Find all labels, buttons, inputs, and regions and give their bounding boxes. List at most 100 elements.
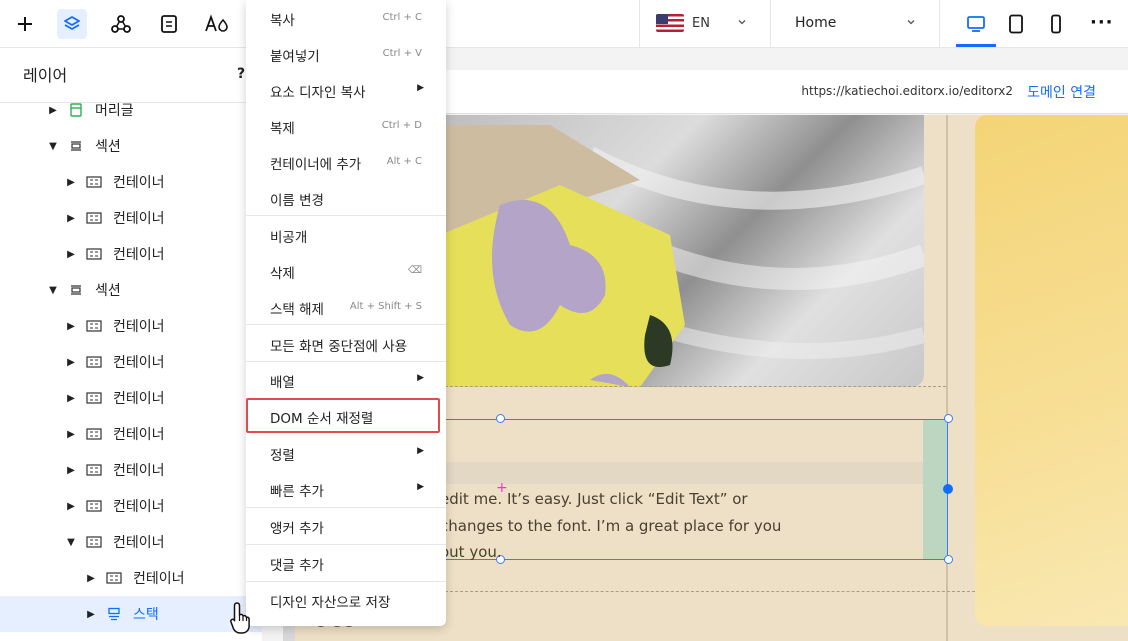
menu-divider (246, 324, 446, 325)
layer-row[interactable]: ▶ 컨테이너 (0, 308, 262, 344)
panel-title: 레이어 (23, 66, 68, 85)
help-icon[interactable]: ? (237, 66, 245, 82)
menu-item-copy-design[interactable]: 요소 디자인 복사 ▶ (246, 72, 446, 108)
expand-arrow-icon[interactable]: ▶ (66, 429, 76, 440)
pages-icon[interactable] (154, 9, 184, 39)
layer-row[interactable]: ▶ 컨테이너 (0, 200, 262, 236)
menu-item-label: 스택 해제 (270, 302, 324, 318)
menu-item-add-comment[interactable]: 댓글 추가 (246, 545, 446, 581)
expand-arrow-icon[interactable]: ▶ (66, 249, 76, 260)
expand-arrow-icon[interactable]: ▶ (66, 465, 76, 476)
layer-row[interactable]: ▶ 컨테이너 (0, 452, 262, 488)
more-options-icon[interactable]: ··· (1090, 12, 1114, 33)
container-icon (85, 427, 103, 441)
toolbar-divider (770, 0, 771, 48)
desktop-icon[interactable] (962, 10, 990, 38)
container-icon (85, 211, 103, 225)
theme-icon[interactable] (202, 9, 232, 39)
tablet-icon[interactable] (1002, 10, 1030, 38)
layer-row[interactable]: ▶ 컨테이너 (0, 416, 262, 452)
add-icon[interactable] (10, 9, 40, 39)
hand-cursor-icon (229, 600, 255, 640)
menu-item-rename[interactable]: 이름 변경 (246, 180, 446, 216)
menu-item-copy[interactable]: 복사 Ctrl + C (246, 0, 446, 36)
menu-item-arrange[interactable]: 배열 ▶ (246, 362, 446, 398)
layer-label: 컨테이너 (113, 319, 165, 335)
layer-row[interactable]: ▶ 컨테이너 (0, 380, 262, 416)
side-image[interactable] (975, 115, 1128, 626)
active-device-indicator (956, 44, 996, 47)
layer-row[interactable]: ▶ 컨테이너 (0, 560, 262, 596)
expand-arrow-icon[interactable]: ▶ (66, 393, 76, 404)
language-selector[interactable]: EN (656, 14, 710, 32)
resize-handle[interactable] (944, 414, 953, 423)
layer-label: 컨테이너 (113, 427, 165, 443)
layer-row[interactable]: ▶ 컨테이너 (0, 344, 262, 380)
container-icon (85, 535, 103, 549)
text-line: changes to the font. I’m a great place f… (440, 516, 782, 535)
expand-arrow-icon[interactable]: ▶ (86, 573, 96, 584)
layer-row-selected[interactable]: ▶ 스택 (0, 596, 262, 632)
menu-item-paste[interactable]: 붙여넣기 Ctrl + V (246, 36, 446, 72)
collapse-arrow-icon[interactable]: ▼ (48, 285, 58, 296)
menu-item-unstack[interactable]: 스택 해제 Alt + Shift + S (246, 289, 446, 325)
layer-label: 컨테이너 (113, 355, 165, 371)
layer-label: 머리글 (95, 103, 134, 119)
layer-label: 섹션 (95, 139, 121, 155)
product-image[interactable] (440, 125, 685, 387)
menu-item-shortcut: Ctrl + V (382, 48, 422, 59)
menu-item-add-to-container[interactable]: 컨테이너에 추가 Alt + C (246, 144, 446, 180)
connect-domain-link[interactable]: 도메인 연결 (1027, 82, 1096, 102)
mobile-icon[interactable] (1042, 10, 1070, 38)
expand-arrow-icon[interactable]: ▶ (66, 213, 76, 224)
expand-arrow-icon[interactable]: ▶ (66, 501, 76, 512)
resize-handle[interactable] (943, 484, 953, 494)
collapse-arrow-icon[interactable]: ▼ (66, 537, 76, 548)
us-flag-icon (656, 14, 684, 32)
text-line: edit me. It’s easy. Just click “Edit Tex… (440, 490, 748, 508)
expand-arrow-icon[interactable]: ▶ (48, 105, 58, 116)
layer-label: 컨테이너 (113, 463, 165, 479)
expand-arrow-icon[interactable]: ▶ (66, 321, 76, 332)
menu-item-apply-all-breakpoints[interactable]: 모든 화면 중단점에 사용 (246, 326, 446, 362)
menu-item-hide[interactable]: 비공개 (246, 217, 446, 253)
submenu-arrow-icon: ▶ (417, 482, 424, 492)
menu-item-save-as-design-asset[interactable]: 디자인 자산으로 저장 (246, 582, 446, 618)
menu-item-delete[interactable]: 삭제 ⌫ (246, 253, 446, 289)
chevron-down-icon[interactable] (737, 16, 747, 31)
layer-label: 컨테이너 (113, 535, 165, 551)
submenu-arrow-icon: ▶ (417, 373, 424, 383)
expand-arrow-icon[interactable]: ▶ (66, 357, 76, 368)
layer-row[interactable]: ▼ 섹션 (0, 128, 262, 164)
container-icon (85, 175, 103, 189)
chevron-down-icon[interactable] (906, 16, 916, 31)
layer-row[interactable]: ▶ 컨테이너 (0, 488, 262, 524)
menu-item-align[interactable]: 정렬 ▶ (246, 435, 446, 471)
layer-row[interactable]: ▶ 컨테이너 (0, 164, 262, 200)
layer-row[interactable]: ▶ 머리글 (0, 92, 262, 128)
layer-row[interactable]: ▼ 컨테이너 (0, 524, 262, 560)
container-icon (85, 355, 103, 369)
menu-item-shortcut: Alt + Shift + S (349, 301, 422, 312)
menu-item-duplicate[interactable]: 복제 Ctrl + D (246, 108, 446, 144)
collapse-arrow-icon[interactable]: ▼ (48, 141, 58, 152)
expand-arrow-icon[interactable]: ▶ (66, 177, 76, 188)
layers-icon[interactable] (57, 9, 87, 39)
menu-item-quick-add[interactable]: 빠른 추가 ▶ (246, 471, 446, 507)
layer-row[interactable]: ▶ 컨테이너 (0, 236, 262, 272)
text-paragraph[interactable]: edit me. It’s easy. Just click “Edit Tex… (440, 486, 781, 566)
layer-label: 컨테이너 (113, 391, 165, 407)
menu-item-add-anchor[interactable]: 앵커 추가 (246, 508, 446, 544)
resize-handle[interactable] (944, 555, 953, 564)
page-selector[interactable]: Home (795, 15, 836, 31)
grid-line (440, 386, 946, 387)
menu-item-label: 배열 (270, 375, 295, 391)
layer-row[interactable]: ▼ 섹션 (0, 272, 262, 308)
resize-handle[interactable] (496, 414, 505, 423)
components-icon[interactable] (106, 9, 136, 39)
submenu-arrow-icon: ▶ (417, 446, 424, 456)
menu-item-label: 모든 화면 중단점에 사용 (270, 339, 408, 355)
section-icon (67, 283, 85, 297)
expand-arrow-icon[interactable]: ▶ (86, 609, 96, 620)
menu-item-label: 복사 (270, 13, 295, 29)
